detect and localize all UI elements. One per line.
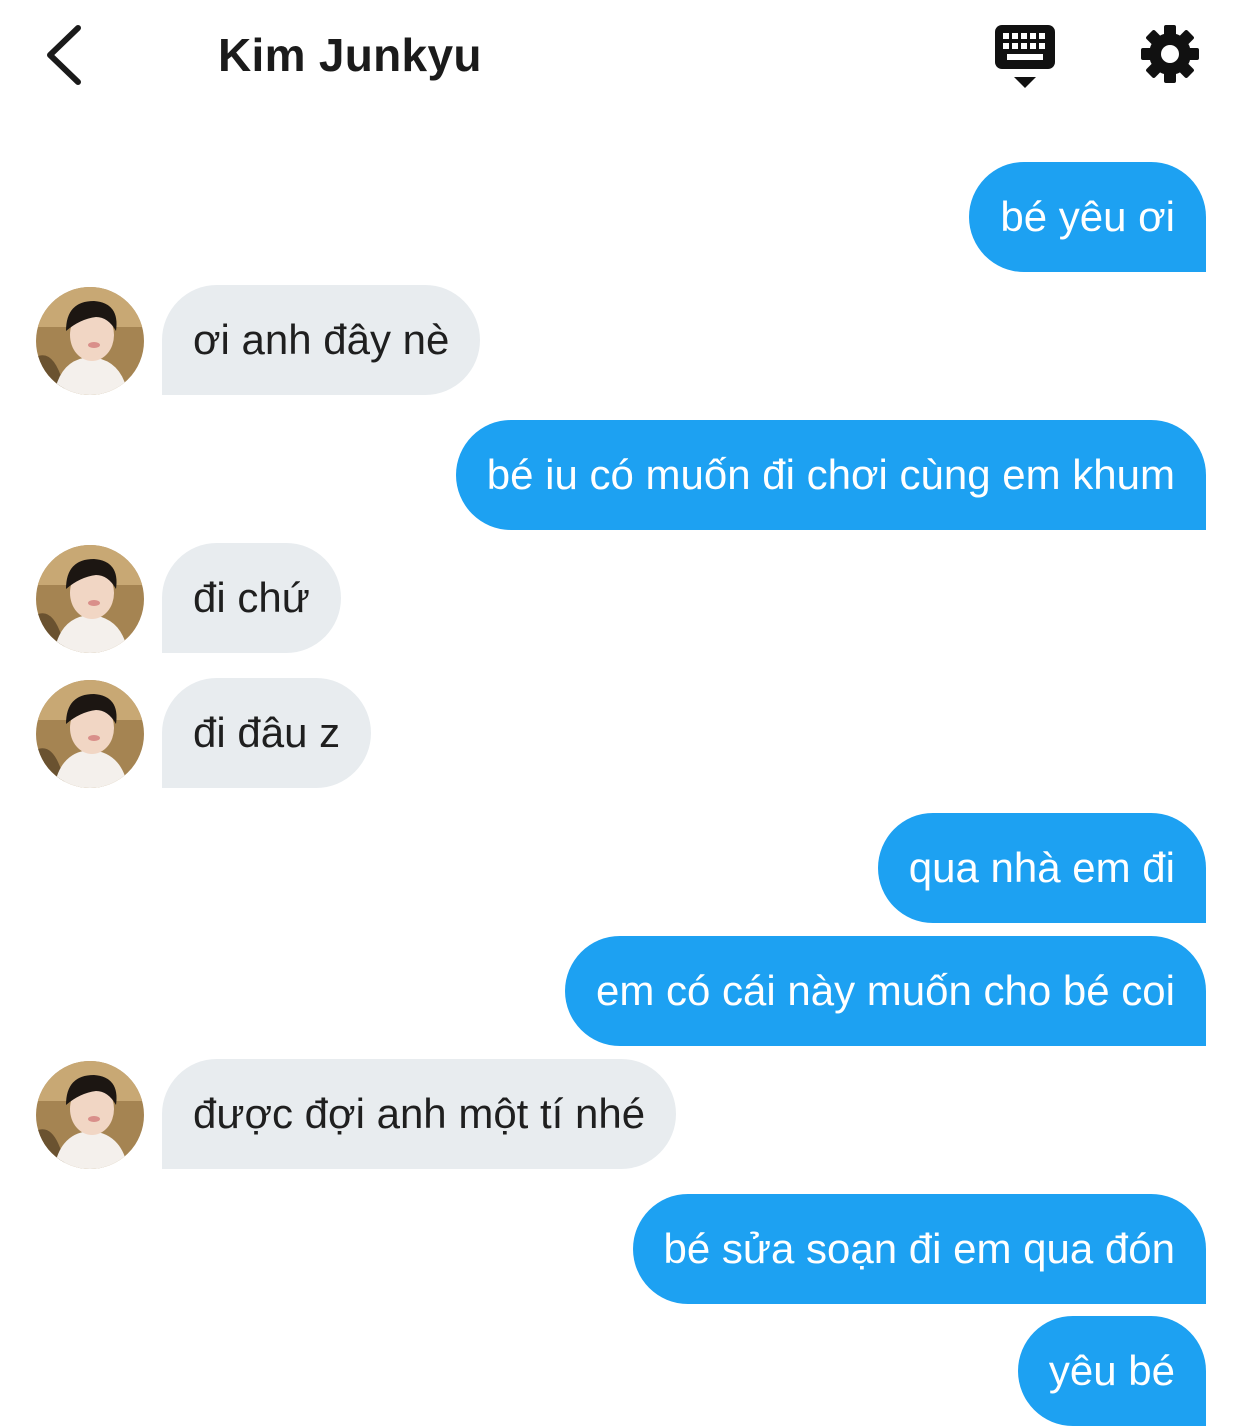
avatar[interactable] — [36, 1061, 144, 1169]
sent-message-bubble[interactable]: bé yêu ơi — [969, 162, 1206, 272]
message-row: đi đâu z — [0, 678, 1242, 788]
message-row: bé iu có muốn đi chơi cùng em khum — [0, 420, 1242, 530]
avatar[interactable] — [36, 545, 144, 653]
sent-message-bubble[interactable]: em có cái này muốn cho bé coi — [565, 936, 1206, 1046]
avatar[interactable] — [36, 680, 144, 788]
avatar[interactable] — [36, 287, 144, 395]
received-message-bubble[interactable]: đi chứ — [162, 543, 341, 653]
message-row: bé yêu ơi — [0, 162, 1242, 272]
received-message-bubble[interactable]: đi đâu z — [162, 678, 372, 788]
message-row: yêu bé — [0, 1316, 1242, 1426]
message-row: đi chứ — [0, 543, 1242, 653]
received-message-bubble[interactable]: ơi anh đây nè — [162, 285, 481, 395]
sent-message-bubble[interactable]: yêu bé — [1017, 1316, 1206, 1426]
sent-message-bubble[interactable]: bé sửa soạn đi em qua đón — [632, 1194, 1206, 1304]
sent-message-bubble[interactable]: qua nhà em đi — [877, 813, 1206, 923]
sent-message-bubble[interactable]: bé iu có muốn đi chơi cùng em khum — [455, 420, 1206, 530]
message-row: được đợi anh một tí nhé — [0, 1059, 1242, 1169]
message-row: em có cái này muốn cho bé coi — [0, 936, 1242, 1046]
message-row: ơi anh đây nè — [0, 285, 1242, 395]
message-list: bé yêu ơi ơi anh đây nè bé iu có muốn đi… — [0, 0, 1242, 1426]
received-message-bubble[interactable]: được đợi anh một tí nhé — [162, 1059, 677, 1169]
message-row: bé sửa soạn đi em qua đón — [0, 1194, 1242, 1304]
message-row: qua nhà em đi — [0, 813, 1242, 923]
